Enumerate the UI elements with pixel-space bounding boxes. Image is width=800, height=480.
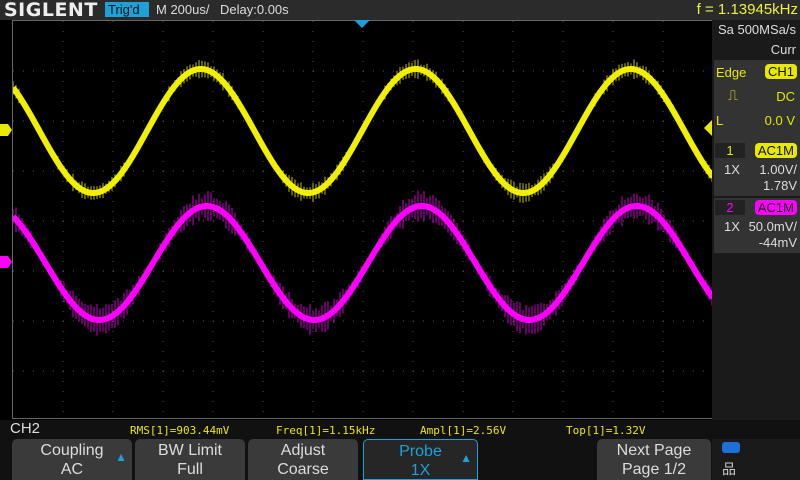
ch2-coupling: AC1M [755, 200, 797, 215]
trigger-level: 0.0 V [765, 113, 795, 128]
ch2-panel[interactable]: 2 AC1M 1X 50.0mV/ -44mV [714, 198, 800, 253]
timebase[interactable]: M 200us/ [156, 2, 209, 17]
sample-rate: Sa 500MSa/s [714, 20, 796, 40]
bw-limit-softkey[interactable]: BW Limit Full [135, 439, 245, 480]
softkey-title: Adjust [248, 441, 358, 460]
measurement-rms: RMS[1]=903.44mV [130, 424, 229, 437]
status-icons: 品 [712, 439, 800, 480]
ch1-coupling: AC1M [755, 143, 797, 158]
trigger-type: Edge [716, 65, 746, 80]
ch1-probe: 1X [724, 162, 740, 177]
next-page-softkey[interactable]: Next Page Page 1/2 [597, 439, 711, 480]
arrow-up-icon: ▲ [460, 449, 472, 468]
ch1-marker [0, 124, 12, 136]
ch2-probe: 1X [724, 219, 740, 234]
measurement-freq: Freq[1]=1.15kHz [276, 424, 375, 437]
ch1-scale: 1.00V/ [759, 162, 797, 177]
probe-softkey[interactable]: Probe 1X ▲ [363, 439, 478, 480]
adjust-softkey[interactable]: Adjust Coarse [248, 439, 358, 480]
softkey-value: Coarse [248, 460, 358, 479]
delay[interactable]: Delay:0.00s [220, 2, 289, 17]
rising-edge-icon: ⎍ [728, 88, 738, 103]
ch1-panel[interactable]: 1 AC1M 1X 1.00V/ 1.78V [714, 141, 800, 196]
top-status-bar: SIGLENT Trig'd M 200us/ Delay:0.00s f = … [0, 0, 800, 20]
trigger-coupling: DC [776, 89, 795, 104]
softkey-title: Next Page [597, 441, 711, 460]
softkey-title: BW Limit [135, 441, 245, 460]
softkey-value: Page 1/2 [597, 460, 711, 479]
ch2-waveform-noise [13, 191, 712, 336]
measurement-top: Top[1]=1.32V [566, 424, 645, 437]
side-panel: Sa 500MSa/s Curr 1.40Mpts Edge CH1 ⎍ DC … [712, 20, 800, 420]
ch2-marker [0, 256, 12, 268]
ch2-number: 2 [715, 200, 745, 215]
waveform-canvas [13, 21, 714, 420]
active-channel: CH2 [10, 420, 40, 437]
ch2-scale: 50.0mV/ [749, 219, 797, 234]
bottom-bar: CH2 RMS[1]=903.44mV Freq[1]=1.15kHz Ampl… [0, 420, 800, 480]
network-icon: 品 [722, 459, 736, 479]
ch1-number: 1 [715, 143, 745, 158]
waveform-display[interactable] [12, 20, 713, 419]
ch2-offset: -44mV [759, 235, 797, 250]
trigger-source: CH1 [765, 64, 797, 79]
coupling-softkey[interactable]: Coupling AC ▲ [12, 439, 132, 480]
trigger-panel[interactable]: Edge CH1 ⎍ DC L 0.0 V [714, 60, 800, 154]
frequency-counter: f = 1.13945kHz [697, 1, 798, 18]
softkey-value: AC [12, 460, 132, 479]
softkey-title: Coupling [12, 441, 132, 460]
siglent-logo: SIGLENT [4, 0, 98, 20]
trigger-level-label: L [716, 113, 723, 128]
trigger-status: Trig'd [105, 2, 149, 17]
ch1-offset: 1.78V [763, 178, 797, 193]
softkey-value: Full [135, 460, 245, 479]
usb-icon [722, 442, 740, 453]
measurement-ampl: Ampl[1]=2.56V [420, 424, 506, 437]
arrow-up-icon: ▲ [115, 448, 127, 467]
